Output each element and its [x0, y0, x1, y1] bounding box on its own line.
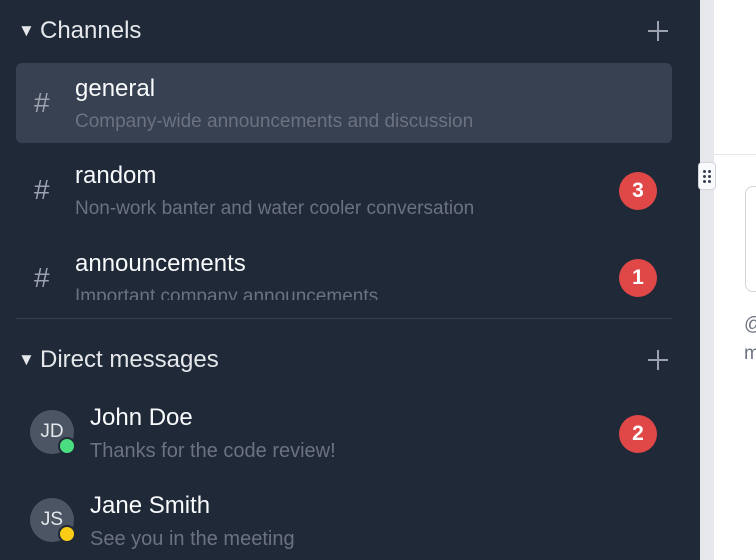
dm-item-jane-smith[interactable]: JS Jane Smith See you in the meeting: [16, 480, 672, 560]
away-status-dot: [58, 525, 76, 543]
channel-description: Non-work banter and water cooler convers…: [75, 198, 475, 219]
hash-icon: #: [34, 262, 50, 293]
online-status-dot: [58, 437, 76, 455]
channels-section-header[interactable]: ▼ Channels: [18, 15, 670, 47]
channel-name: general: [75, 75, 156, 102]
mention-text-fragment: @: [744, 314, 756, 336]
dm-name: Jane Smith: [90, 492, 211, 519]
collapse-caret-icon[interactable]: ▼: [18, 21, 40, 41]
unread-badge: 3: [619, 172, 657, 210]
dm-preview: Thanks for the code review!: [90, 440, 336, 462]
resize-handle-grip-icon[interactable]: [698, 162, 716, 190]
dm-item-john-doe[interactable]: JD John Doe Thanks for the code review! …: [16, 392, 672, 472]
add-channel-plus-icon[interactable]: [646, 19, 670, 43]
section-divider: [16, 318, 672, 319]
channel-item-general[interactable]: # general Company-wide announcements and…: [16, 63, 672, 143]
dm-section-header[interactable]: ▼ Direct messages: [18, 344, 670, 376]
hash-icon: #: [34, 87, 50, 118]
channel-name: random: [75, 162, 157, 189]
hash-icon: #: [34, 174, 50, 205]
collapse-caret-icon[interactable]: ▼: [18, 350, 40, 370]
channel-description: Company-wide announcements and discussio…: [75, 111, 474, 132]
channel-item-random[interactable]: # random Non-work banter and water coole…: [16, 150, 672, 230]
channel-item-announcements[interactable]: # announcements Important company announ…: [16, 238, 672, 300]
dm-preview: See you in the meeting: [90, 528, 295, 550]
dm-section-title[interactable]: Direct messages: [40, 346, 646, 374]
message-text-fragment: m: [744, 343, 756, 364]
unread-badge: 2: [619, 415, 657, 453]
channel-name: announcements: [75, 250, 246, 277]
dm-name: John Doe: [90, 404, 193, 431]
unread-badge: 1: [619, 259, 657, 297]
add-dm-plus-icon[interactable]: [646, 348, 670, 372]
main-pane-separator: [714, 154, 756, 155]
pane-divider[interactable]: [700, 0, 714, 560]
sidebar: ▼ Channels # general Company-wide announ…: [0, 0, 700, 560]
channel-description: Important company announcements: [75, 286, 379, 300]
message-card[interactable]: [745, 186, 756, 292]
channels-section-title[interactable]: Channels: [40, 17, 646, 45]
